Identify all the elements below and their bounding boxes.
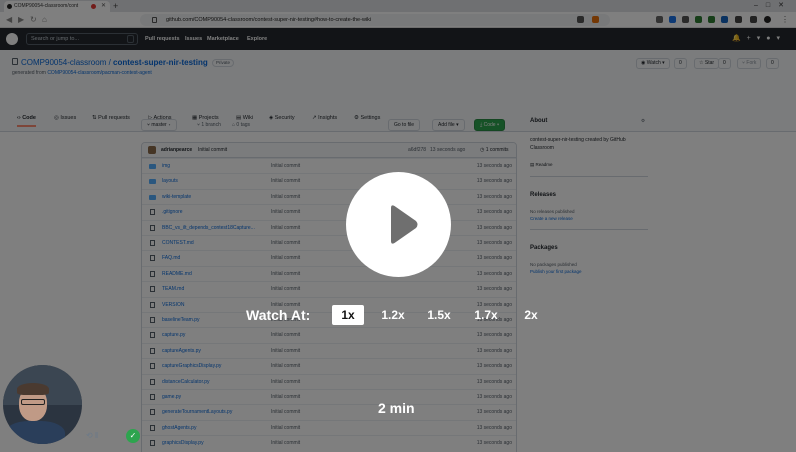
presenter-body — [5, 421, 65, 444]
speed-option-1-7x[interactable]: 1.7x — [469, 305, 503, 325]
speed-option-1-5x[interactable]: 1.5x — [422, 305, 456, 325]
play-button[interactable] — [346, 172, 451, 277]
presenter-glasses — [21, 399, 45, 405]
play-icon — [391, 205, 418, 244]
finish-recording-check-icon[interactable]: ✓ — [126, 429, 140, 443]
video-duration: 2 min — [378, 400, 415, 416]
speed-option-1-2x[interactable]: 1.2x — [376, 305, 410, 325]
webcam-bubble[interactable] — [3, 365, 82, 444]
presenter-hair — [17, 383, 49, 395]
screen: COMP90054-classroom/cont ✕ + –□✕ ◀ ▶ ↻ ⌂… — [0, 0, 796, 452]
speed-option-2x[interactable]: 2x — [518, 305, 544, 325]
watch-at-label: Watch At: — [246, 307, 311, 323]
recording-controls[interactable]: ⟲ ‖ — [86, 431, 98, 440]
speed-option-1x[interactable]: 1x — [332, 305, 364, 325]
